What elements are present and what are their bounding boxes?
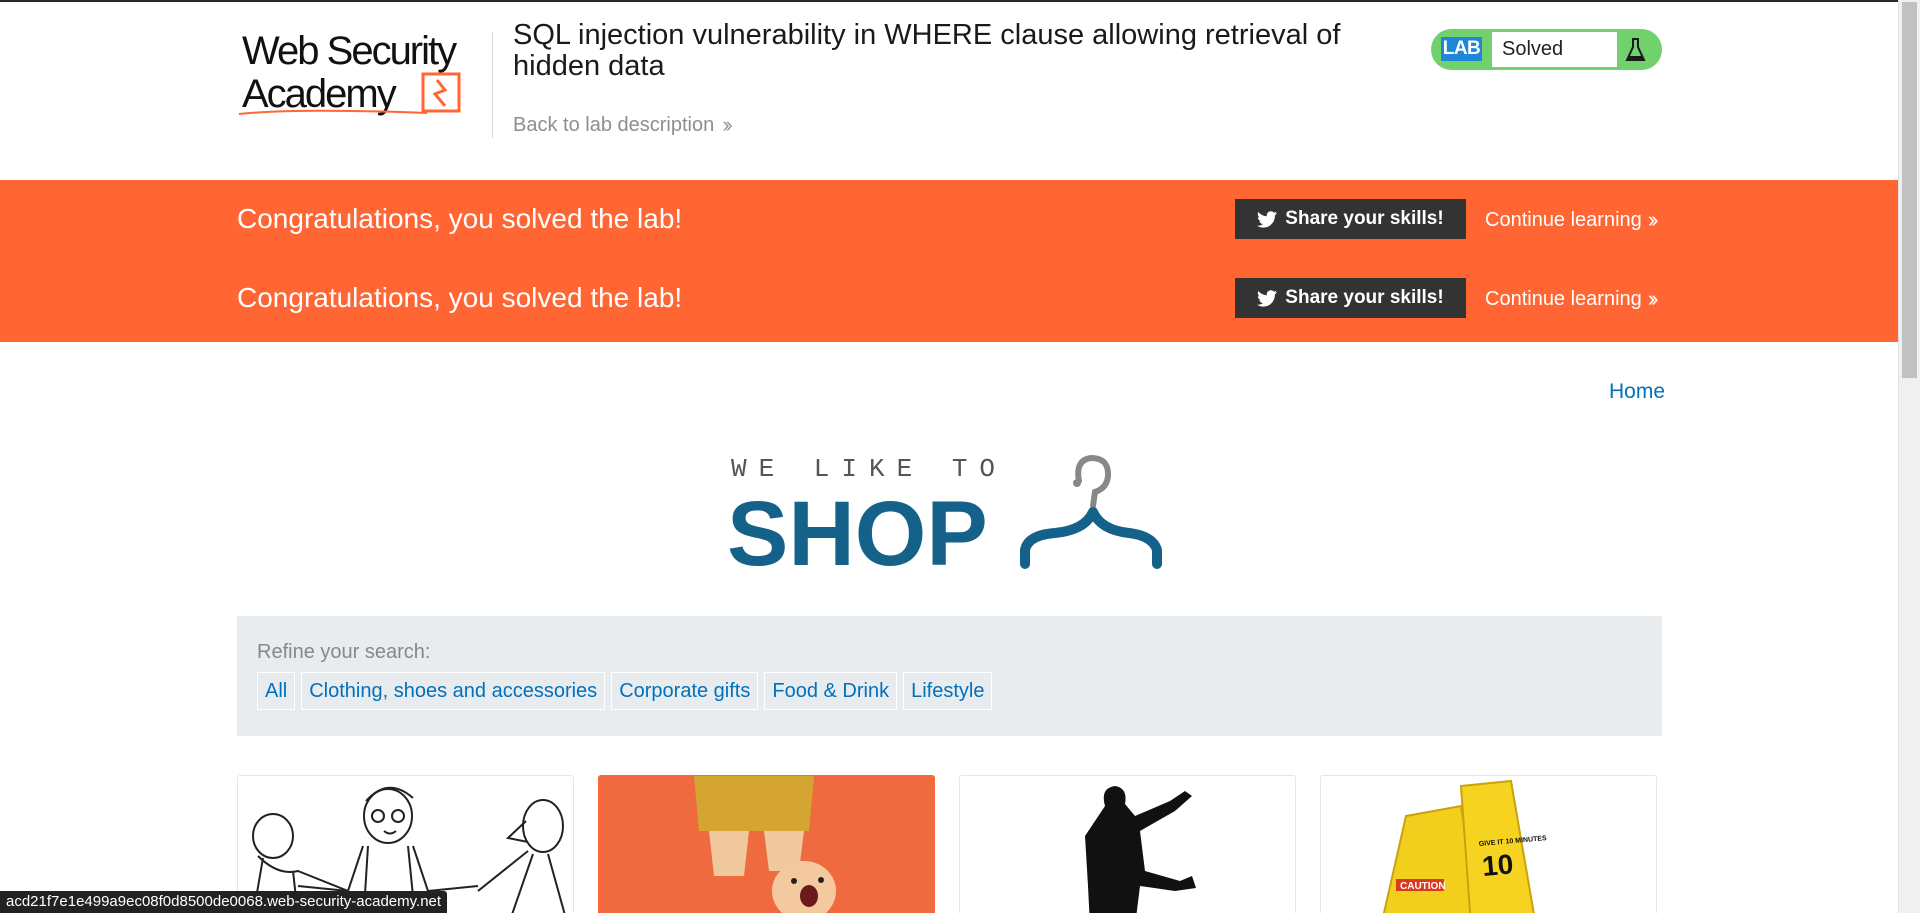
share-skills-button[interactable]: Share your skills! [1235,199,1466,239]
filter-corporate-gifts[interactable]: Corporate gifts [611,672,759,710]
we-like-to-shop-logo: WE LIKE TO SHOP [727,454,1162,585]
filter-clothing-shoes-accessories[interactable]: Clothing, shoes and accessories [301,672,606,710]
silhouette-image [1085,786,1196,913]
status-bar-url: acd21f7e1e499a9ec08f0d8500de0068.web-sec… [0,891,448,913]
home-link[interactable]: Home [1609,380,1665,404]
category-filters: All Clothing, shoes and accessories Corp… [257,672,993,710]
window-top-line [0,0,1898,2]
svg-text:10: 10 [1481,848,1515,882]
caution-signs-image: CAUTION GIVE IT 10 MINUTES 10 [1382,779,1547,913]
share-skills-label: Share your skills! [1285,208,1444,229]
svg-text:Web Security: Web Security [242,29,457,73]
vertical-scrollbar[interactable] [1898,0,1920,913]
lab-status-badge: LAB Solved [1431,29,1662,70]
continue-learning-link[interactable]: Continue learning ›› [1485,207,1658,233]
twitter-icon [1257,210,1278,228]
continue-learning-label: Continue learning [1485,287,1642,310]
back-link-label: Back to lab description [513,113,715,136]
congratulations-message: Congratulations, you solved the lab! [237,203,683,234]
svg-text:WE LIKE TO: WE LIKE TO [731,454,1007,484]
double-chevron-right-icon: ›› [1647,207,1658,232]
scrollbar-thumb[interactable] [1902,2,1917,378]
refine-search-panel: Refine your search: All Clothing, shoes … [237,616,1662,736]
congratulations-message: Congratulations, you solved the lab! [237,282,683,313]
back-to-lab-description-link[interactable]: Back to lab description ›› [513,112,733,138]
svg-text:CAUTION: CAUTION [1400,881,1446,892]
share-skills-label: Share your skills! [1285,287,1444,308]
filter-all[interactable]: All [257,672,296,710]
continue-learning-label: Continue learning [1485,208,1642,231]
product-card[interactable]: CAUTION GIVE IT 10 MINUTES 10 [1320,775,1657,913]
lab-tag: LAB [1441,37,1482,61]
product-card[interactable] [598,775,935,913]
double-chevron-right-icon: ›› [722,112,732,137]
filter-food-drink[interactable]: Food & Drink [764,672,898,710]
twitter-icon [1257,289,1278,307]
header-divider [492,32,493,138]
double-chevron-right-icon: ›› [1647,286,1658,311]
lab-title: SQL injection vulnerability in WHERE cla… [513,19,1341,82]
svg-text:Academy: Academy [242,72,397,116]
banner-row: Congratulations, you solved the lab! Sha… [237,278,1662,318]
filter-lifestyle[interactable]: Lifestyle [903,672,993,710]
share-skills-button[interactable]: Share your skills! [1235,278,1466,318]
svg-text:SHOP: SHOP [727,483,988,585]
congratulations-banner: Congratulations, you solved the lab! Sha… [0,180,1898,342]
flask-icon [1625,38,1646,61]
banner-row: Congratulations, you solved the lab! Sha… [237,199,1662,239]
lab-status-text: Solved [1492,32,1617,67]
product-card[interactable] [959,775,1296,913]
continue-learning-link[interactable]: Continue learning ›› [1485,286,1658,312]
toy-figure-image [599,776,934,913]
refine-search-label: Refine your search: [257,641,431,663]
web-security-academy-logo[interactable]: Web Security Academy [237,28,489,120]
coat-hanger-icon [1020,454,1162,569]
